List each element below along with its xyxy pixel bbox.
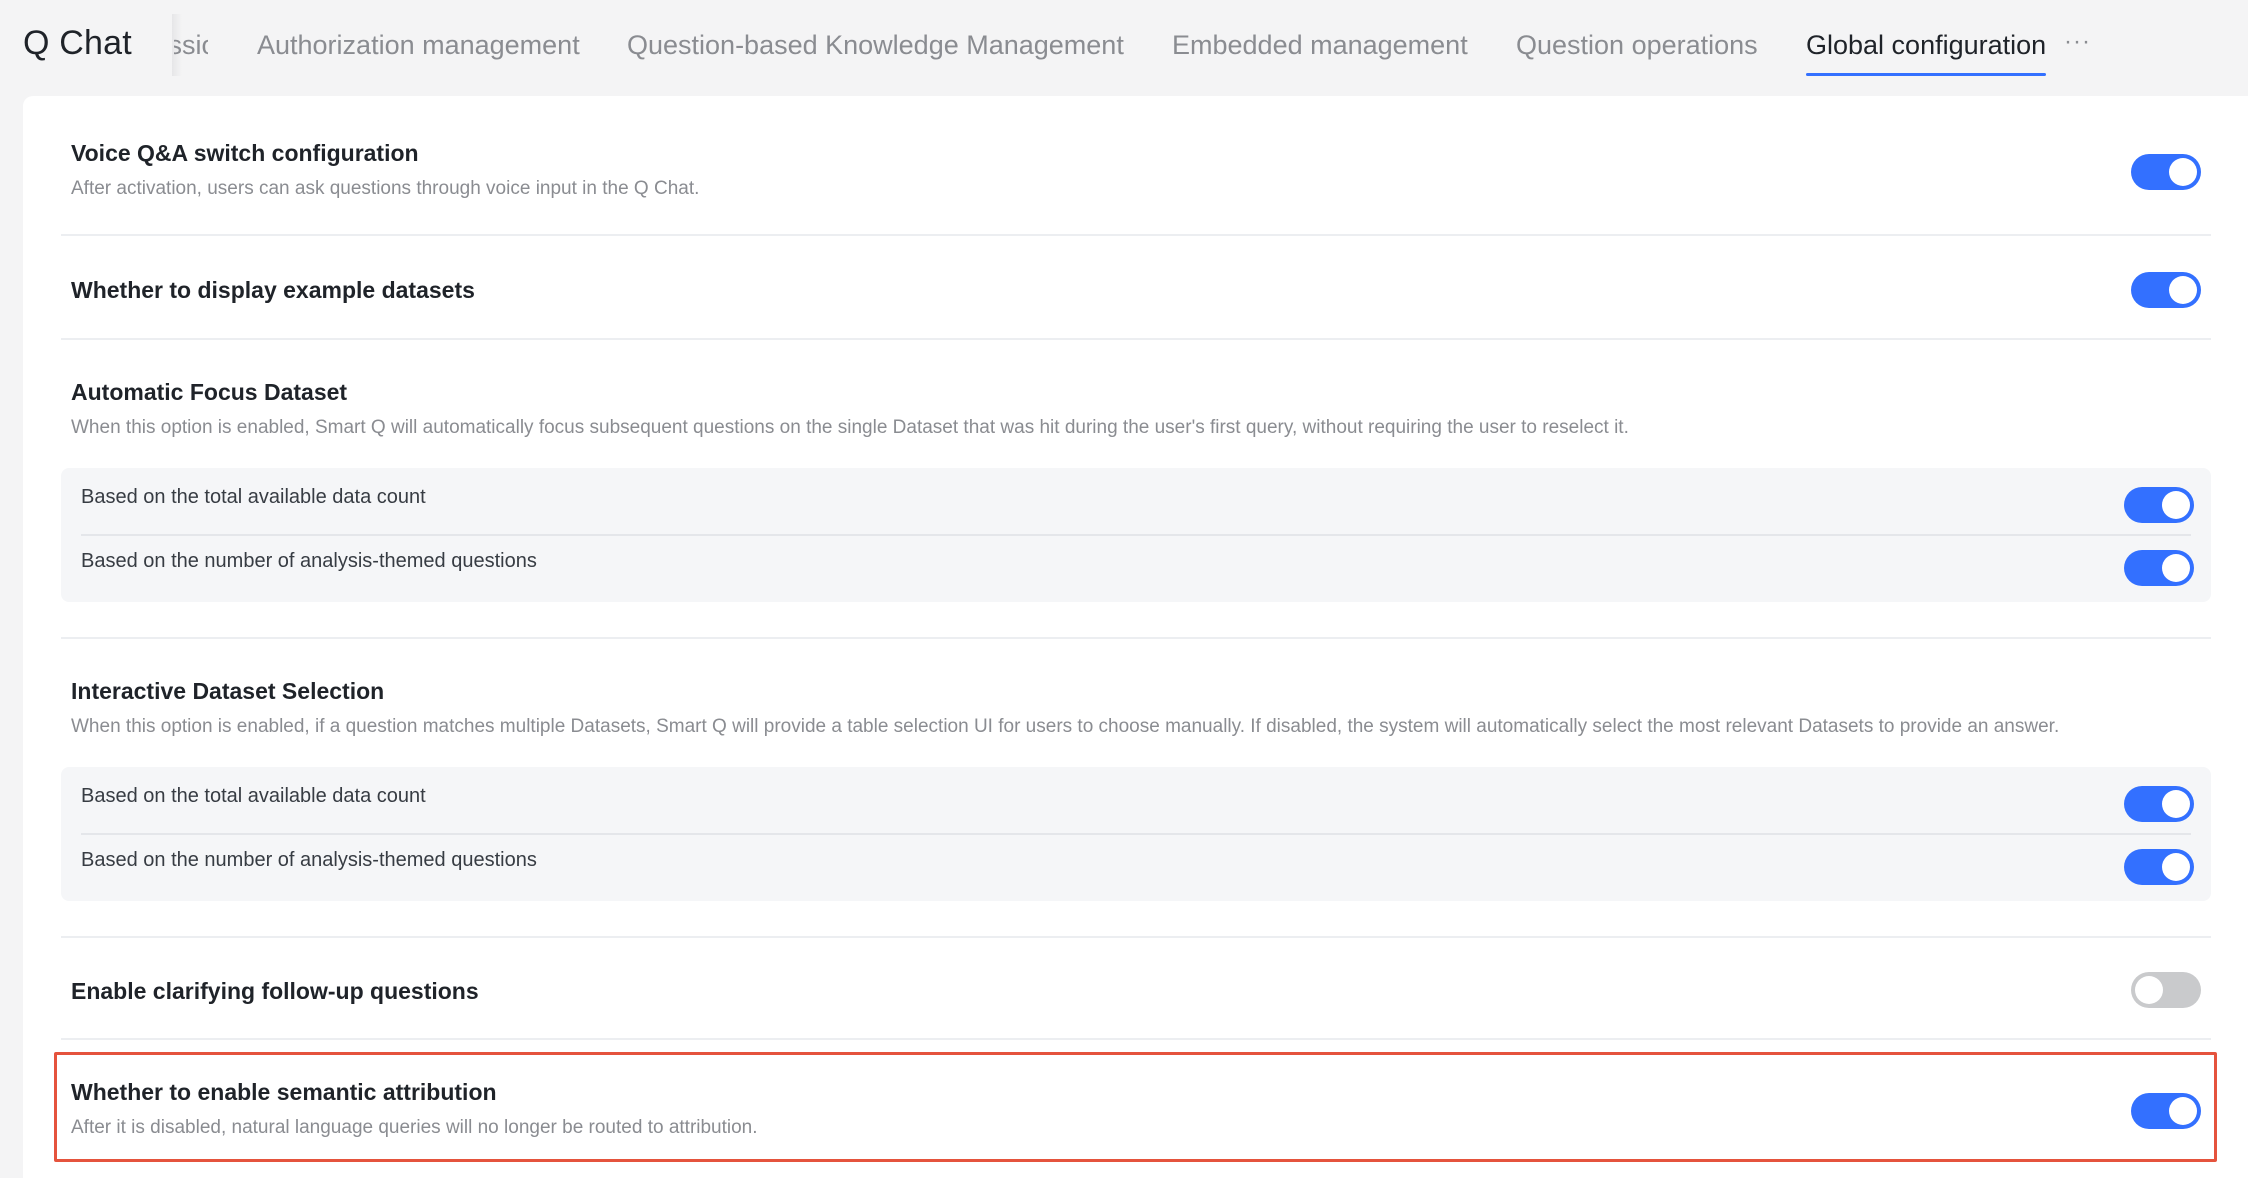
toggle-knob — [2162, 790, 2190, 818]
toggle-knob — [2169, 276, 2197, 304]
semantic-attribution-description: After it is disabled, natural language q… — [71, 1117, 758, 1138]
auto-focus-dataset-title: Automatic Focus Dataset — [71, 379, 348, 405]
toggle-knob — [2162, 853, 2190, 881]
toggle-knob — [2169, 158, 2197, 186]
sub-option-label: Based on the number of analysis-themed q… — [81, 849, 537, 871]
voice-qa-title: Voice Q&A switch configuration — [71, 140, 419, 166]
clarifying-followup-title: Enable clarifying follow-up questions — [71, 978, 479, 1004]
auto-focus-dataset-description: When this option is enabled, Smart Q wil… — [71, 417, 1629, 438]
divider — [61, 637, 2211, 639]
voice-qa-toggle[interactable] — [2131, 154, 2201, 190]
voice-qa-description: After activation, users can ask question… — [71, 178, 700, 199]
example-datasets-title: Whether to display example datasets — [71, 277, 475, 303]
sub-option-label: Based on the total available data count — [81, 785, 426, 807]
auto-focus-sub-options: Based on the total available data count … — [61, 468, 2211, 602]
tab-embedded-management[interactable]: Embedded management — [1172, 30, 1468, 61]
tab-permission-management[interactable]: Permission management — [174, 30, 208, 61]
tab-global-configuration[interactable]: Global configuration — [1806, 30, 2046, 61]
auto-focus-analysis-questions-toggle[interactable] — [2124, 550, 2194, 586]
top-nav: Q Chat Permission management Authorizati… — [0, 0, 2248, 96]
tab-authorization-management[interactable]: Authorization management — [257, 30, 580, 61]
interactive-dataset-selection-title: Interactive Dataset Selection — [71, 678, 385, 704]
clarifying-followup-toggle[interactable] — [2131, 972, 2201, 1008]
divider — [61, 234, 2211, 236]
sub-option-label: Based on the total available data count — [81, 486, 426, 508]
example-datasets-toggle[interactable] — [2131, 272, 2201, 308]
divider — [61, 1038, 2211, 1040]
divider — [61, 936, 2211, 938]
toggle-knob — [2162, 491, 2190, 519]
interactive-dataset-selection-description: When this option is enabled, if a questi… — [71, 716, 2060, 737]
auto-focus-data-count-toggle[interactable] — [2124, 487, 2194, 523]
interactive-analysis-questions-toggle[interactable] — [2124, 849, 2194, 885]
toggle-knob — [2135, 976, 2163, 1004]
app-title: Q Chat — [23, 24, 132, 62]
toggle-knob — [2162, 554, 2190, 582]
sub-divider — [81, 833, 2191, 835]
toggle-knob — [2169, 1097, 2197, 1125]
interactive-selection-sub-options: Based on the total available data count … — [61, 767, 2211, 901]
active-tab-indicator — [1806, 73, 2046, 76]
divider — [61, 338, 2211, 340]
semantic-attribution-toggle[interactable] — [2131, 1093, 2201, 1129]
more-tabs-icon[interactable]: ··· — [2064, 28, 2091, 56]
semantic-attribution-title: Whether to enable semantic attribution — [71, 1079, 497, 1105]
sub-divider — [81, 534, 2191, 536]
settings-panel: Voice Q&A switch configuration After act… — [23, 96, 2248, 1178]
tab-question-operations[interactable]: Question operations — [1516, 30, 1758, 61]
sub-option-label: Based on the number of analysis-themed q… — [81, 550, 537, 572]
interactive-data-count-toggle[interactable] — [2124, 786, 2194, 822]
tab-question-knowledge-management[interactable]: Question-based Knowledge Management — [627, 30, 1124, 61]
